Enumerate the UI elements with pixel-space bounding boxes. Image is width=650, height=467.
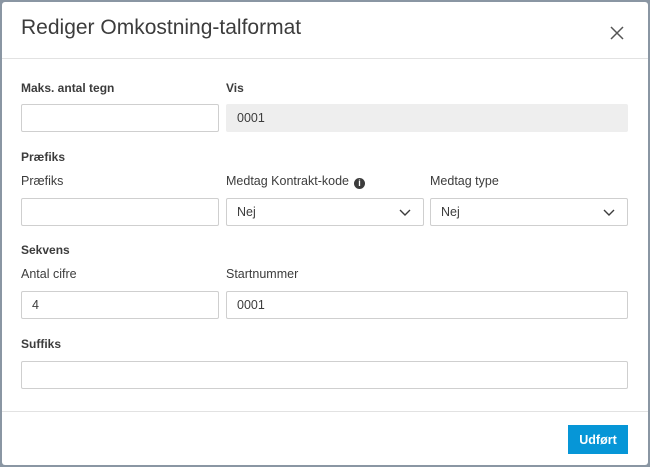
suffix-input[interactable]: [21, 361, 628, 389]
include-type-value: Nej: [441, 205, 460, 219]
digits-input[interactable]: 4: [21, 291, 219, 319]
suffix-section-heading: Suffiks: [21, 337, 62, 351]
close-icon[interactable]: [608, 24, 626, 42]
chevron-down-icon: [603, 209, 615, 216]
start-number-input[interactable]: 0001: [226, 291, 628, 319]
include-type-label: Medtag type: [430, 174, 499, 188]
dialog-title: Rediger Omkostning-talformat: [21, 16, 302, 39]
prefix-input[interactable]: [21, 198, 219, 226]
start-number-label: Startnummer: [226, 267, 299, 281]
include-contract-code-label-text: Medtag Kontrakt-kode: [226, 174, 349, 188]
include-contract-code-value: Nej: [237, 205, 256, 219]
chevron-down-icon: [399, 209, 411, 216]
include-contract-code-select[interactable]: Nej: [226, 198, 424, 226]
preview-field: 0001: [226, 104, 628, 132]
footer-divider: [2, 411, 648, 412]
header-divider: [2, 58, 648, 59]
sequence-section-heading: Sekvens: [21, 243, 70, 257]
prefix-section-heading: Præfiks: [21, 150, 66, 164]
preview-label: Vis: [226, 81, 244, 95]
max-chars-label: Maks. antal tegn: [21, 81, 115, 95]
edit-number-format-dialog: Rediger Omkostning-talformat Maks. antal…: [2, 2, 648, 465]
include-type-select[interactable]: Nej: [430, 198, 628, 226]
prefix-label: Præfiks: [21, 174, 64, 188]
digits-label: Antal cifre: [21, 267, 77, 281]
include-contract-code-label: Medtag Kontrakt-kode i: [226, 174, 365, 189]
done-button[interactable]: Udført: [568, 425, 628, 454]
info-icon[interactable]: i: [354, 178, 365, 189]
max-chars-input[interactable]: [21, 104, 219, 132]
